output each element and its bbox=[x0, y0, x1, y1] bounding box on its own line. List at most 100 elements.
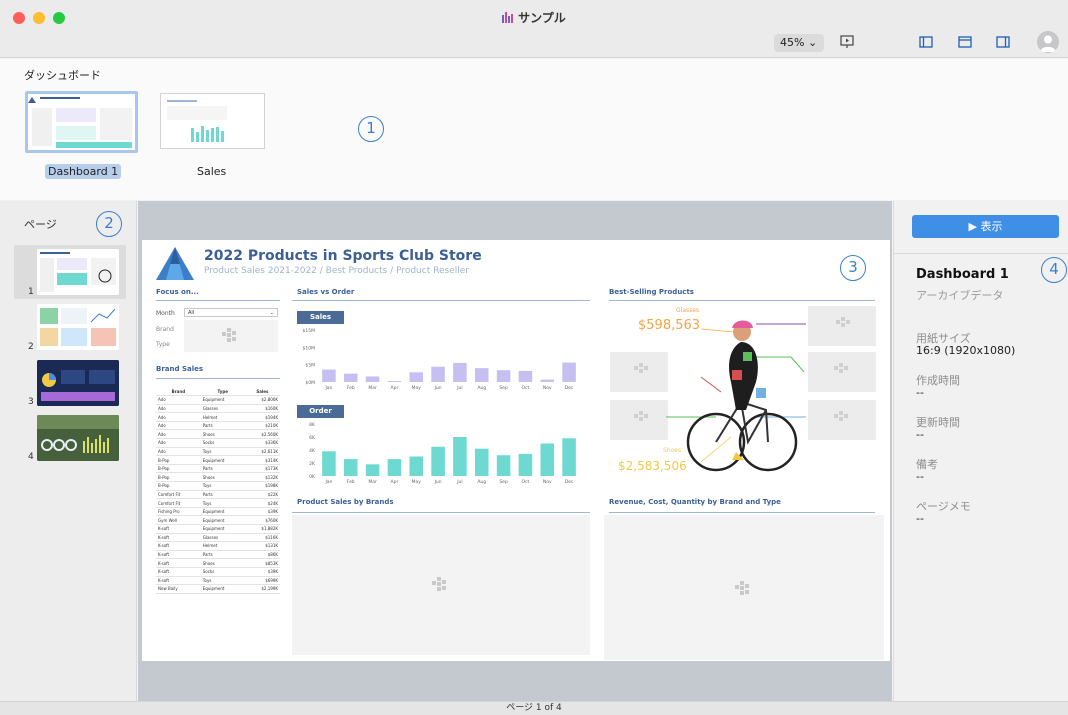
left-panel-toggle-icon[interactable] bbox=[918, 34, 934, 50]
table-row[interactable]: K-soft Parts $86K bbox=[156, 550, 280, 560]
canvas-area[interactable]: 2022 Products in Sports Club Store Produ… bbox=[138, 201, 892, 701]
table-row[interactable]: K-soft Glasses $116K bbox=[156, 533, 280, 543]
table-row[interactable]: K-soft Shoes $853K bbox=[156, 558, 280, 568]
revenue-divider bbox=[609, 512, 875, 513]
table-row[interactable]: Ado Glasses $160K bbox=[156, 404, 280, 414]
table-row[interactable]: B-Pop Shoes $132K bbox=[156, 472, 280, 483]
cell-brand: Gym Well bbox=[156, 515, 201, 525]
bar[interactable] bbox=[474, 448, 489, 476]
x-tick-label: Apr bbox=[391, 479, 399, 485]
bar[interactable] bbox=[409, 372, 424, 382]
table-row[interactable]: B-Pop Toys $198K bbox=[156, 481, 280, 491]
zoom-select[interactable]: 45% ⌄ bbox=[774, 34, 824, 52]
product-sales-brands-placeholder bbox=[292, 515, 590, 655]
x-tick-label: Nov bbox=[543, 479, 552, 485]
bar[interactable] bbox=[387, 459, 402, 476]
loading-placeholder-icon bbox=[735, 581, 749, 595]
cell-sales: $1,882K bbox=[244, 524, 280, 534]
bar[interactable] bbox=[409, 456, 424, 477]
dashboard-strip: ダッシュボード Dashboard 1 Sales 1 bbox=[0, 59, 1068, 200]
page-thumb-4[interactable] bbox=[37, 415, 119, 461]
table-header-brand[interactable]: Brand bbox=[156, 387, 201, 397]
y-tick-label: $15M bbox=[303, 328, 316, 334]
cell-sales: $2,611K bbox=[244, 447, 280, 457]
bar[interactable] bbox=[365, 376, 380, 382]
table-row[interactable]: K-soft Socks $39K bbox=[156, 567, 280, 577]
revenue-placeholder bbox=[604, 515, 884, 660]
cell-brand: Ado bbox=[156, 404, 201, 414]
cell-brand: Ado bbox=[156, 429, 201, 440]
bar[interactable] bbox=[453, 362, 467, 382]
bar[interactable] bbox=[343, 373, 358, 382]
y-tick-label: $10M bbox=[303, 345, 316, 351]
bar[interactable] bbox=[322, 369, 336, 382]
bar[interactable] bbox=[562, 362, 576, 382]
filter-month-select[interactable]: All ⌄ bbox=[184, 308, 278, 317]
table-row[interactable]: K-soft Equipment $1,882K bbox=[156, 524, 280, 534]
sales-bar-chart[interactable]: $15M $10M $5M $0M Jan Feb Mar Apr May Jun Jul Aug Se… bbox=[292, 326, 590, 396]
bar[interactable] bbox=[518, 453, 533, 476]
paper-size-value: 16:9 (1920x1080) bbox=[916, 344, 1016, 357]
dashboard-label-2[interactable]: Sales bbox=[197, 165, 226, 178]
table-row[interactable]: Comfort Fit Toys $24K bbox=[156, 498, 280, 508]
bar[interactable] bbox=[453, 437, 467, 476]
bar[interactable] bbox=[474, 368, 489, 382]
page-thumb-2[interactable] bbox=[37, 304, 119, 350]
bar[interactable] bbox=[540, 443, 555, 477]
user-avatar[interactable] bbox=[1037, 31, 1059, 53]
cell-sales: $160K bbox=[244, 404, 280, 414]
cell-sales: $314K bbox=[244, 455, 280, 465]
table-header-type[interactable]: Type bbox=[200, 387, 245, 397]
order-bar-chart[interactable]: 8K 6K 4K 2K 0K Jan Feb Mar Apr May Jun Jul Aug Sep Oct… bbox=[292, 420, 590, 490]
x-tick-label: Nov bbox=[543, 385, 552, 391]
table-row[interactable]: Ado Toys $2,611K bbox=[156, 447, 280, 457]
bar[interactable] bbox=[431, 366, 445, 382]
page-thumb-1[interactable] bbox=[37, 249, 119, 295]
table-row[interactable]: New Baily Equipment $2,199K bbox=[156, 584, 280, 594]
brand-sales-table[interactable]: Brand Type Sales Ado Equipment $2,806K Ado G… bbox=[156, 387, 280, 594]
table-row[interactable]: K-soft Toys $699K bbox=[156, 576, 280, 586]
cell-sales: $194K bbox=[244, 412, 280, 422]
bar[interactable] bbox=[387, 380, 402, 382]
table-row[interactable]: Fishing Pro Equipment $39K bbox=[156, 507, 280, 517]
properties-title: Dashboard 1 bbox=[916, 267, 1009, 282]
bar[interactable] bbox=[343, 459, 358, 476]
x-tick-label: Sep bbox=[499, 479, 508, 485]
table-row[interactable]: Ado Socks $336K bbox=[156, 438, 280, 448]
dashboard-thumb-1[interactable] bbox=[25, 91, 138, 153]
table-row[interactable]: Ado Equipment $2,806K bbox=[156, 395, 280, 405]
cell-type: Toys bbox=[200, 447, 245, 457]
page-thumb-3[interactable] bbox=[37, 360, 119, 406]
page-memo-value: -- bbox=[916, 512, 924, 525]
bar[interactable] bbox=[540, 379, 555, 382]
x-tick-label: Dec bbox=[565, 479, 574, 485]
dashboard-label-1[interactable]: Dashboard 1 bbox=[45, 164, 122, 179]
table-row[interactable]: Ado Shoes $2,560K bbox=[156, 429, 280, 440]
cell-brand: Ado bbox=[156, 412, 201, 422]
cell-sales: $2,560K bbox=[244, 429, 280, 440]
table-row[interactable]: Ado Parts $210K bbox=[156, 421, 280, 431]
bar[interactable] bbox=[562, 438, 576, 476]
cell-brand: K-soft bbox=[156, 567, 201, 577]
present-icon[interactable] bbox=[839, 34, 855, 50]
table-row[interactable]: Ado Helmet $194K bbox=[156, 412, 280, 422]
order-chart-title: Order bbox=[297, 405, 344, 418]
bar[interactable] bbox=[518, 370, 533, 382]
bar[interactable] bbox=[365, 464, 380, 476]
dashboard-sheet[interactable]: 2022 Products in Sports Club Store Produ… bbox=[142, 240, 890, 661]
dashboard-thumb-2[interactable] bbox=[160, 93, 265, 149]
bar[interactable] bbox=[496, 370, 511, 382]
bar[interactable] bbox=[496, 455, 511, 476]
table-row[interactable]: K-soft Helmet $131K bbox=[156, 541, 280, 551]
table-row[interactable]: Comfort Fit Parts $22K bbox=[156, 490, 280, 500]
bar[interactable] bbox=[322, 451, 336, 476]
table-row[interactable]: Gym Well Equipment $760K bbox=[156, 515, 280, 525]
table-header-sales[interactable]: Sales bbox=[244, 387, 280, 397]
table-row[interactable]: B-Pop Equipment $314K bbox=[156, 455, 280, 465]
show-button[interactable]: ▶ 表示 bbox=[912, 215, 1059, 238]
top-panel-toggle-icon[interactable] bbox=[957, 34, 973, 50]
x-tick-label: Oct bbox=[522, 385, 530, 391]
right-panel-toggle-icon[interactable] bbox=[995, 34, 1011, 50]
bar[interactable] bbox=[431, 446, 445, 476]
table-row[interactable]: B-Pop Parts $173K bbox=[156, 464, 280, 474]
